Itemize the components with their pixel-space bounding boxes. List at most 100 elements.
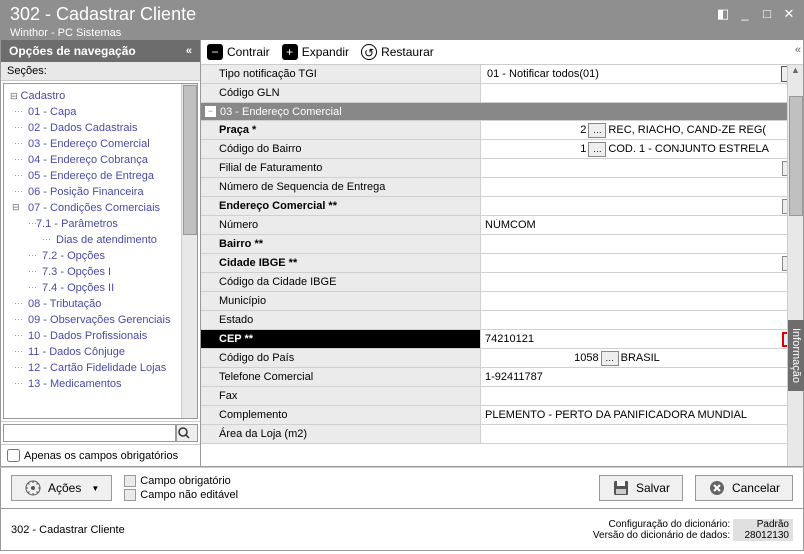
grid-row: Estado [201, 311, 803, 330]
tree-search-button[interactable] [176, 424, 198, 442]
cell-num[interactable]: 1 [580, 143, 586, 155]
cell-value-wrap [481, 425, 803, 443]
cell-label: Complemento [201, 406, 481, 424]
cell-label: CEP ** [201, 330, 481, 348]
tree-item[interactable]: 04 - Endereço Cobrança [6, 152, 195, 168]
cell-value-wrap: … [481, 330, 803, 348]
tree-item[interactable]: 06 - Posição Financeira [6, 184, 195, 200]
cell-value: 01 - Notificar todos(01) [487, 68, 599, 80]
grid-row: Filial de Faturamento … [201, 159, 803, 178]
sections-label: Seções: [1, 62, 200, 81]
grid-row: Código da Cidade IBGE [201, 273, 803, 292]
cell-input[interactable] [485, 428, 799, 440]
tree-item[interactable]: 02 - Dados Cadastrais [6, 120, 195, 136]
tree-root[interactable]: Cadastro [6, 88, 195, 104]
content-area: −Contrair +Expandir ↺Restaurar « Tipo no… [201, 40, 803, 466]
detach-icon[interactable]: ◧ [716, 6, 730, 20]
legend: Campo obrigatório Campo não editável [124, 475, 238, 501]
grid-row: Telefone Comercial [201, 368, 803, 387]
titlebar: 302 - Cadastrar Cliente Winthor - PC Sis… [0, 0, 804, 40]
cell-value-wrap [481, 368, 803, 386]
nav-header-label: Opções de navegação [9, 44, 136, 58]
cell-input[interactable] [485, 181, 799, 193]
nav-panel: Opções de navegação « Seções: Cadastro 0… [1, 40, 201, 466]
cell-num[interactable]: 1058 [574, 352, 598, 364]
cell-input[interactable] [485, 238, 799, 250]
cell-value-wrap: 1…COD. 1 - CONJUNTO ESTRELA [481, 140, 803, 158]
cell-label: Estado [201, 311, 481, 329]
cell-input[interactable] [485, 87, 799, 99]
ellipsis-button[interactable]: … [588, 142, 606, 157]
grid-row: Praça * 2…REC, RIACHO, CAND-ZE REG( [201, 121, 803, 140]
property-grid: Tipo notificação TGI 01 - Notificar todo… [201, 65, 803, 444]
cell-input[interactable] [485, 314, 799, 326]
tree-item[interactable]: 01 - Capa [6, 104, 195, 120]
cell-text: BRASIL [621, 352, 799, 364]
maximize-icon[interactable]: □ [760, 6, 774, 20]
tree-item-expandable[interactable]: 07 - Condições Comerciais [6, 200, 195, 216]
grid-row: Número de Sequencia de Entrega [201, 178, 803, 197]
cell-num[interactable]: 2 [580, 124, 586, 136]
status-right: Configuração do dicionário: Padrão Versã… [593, 519, 793, 541]
cell-value-wrap: 1058…BRASIL [481, 349, 803, 367]
cancelar-button[interactable]: Cancelar [695, 475, 793, 501]
cell-value-wrap: … [481, 254, 803, 272]
salvar-button[interactable]: Salvar [599, 475, 683, 501]
tree-subitem[interactable]: 7.2 - Opções [6, 248, 195, 264]
cell-input[interactable] [485, 200, 780, 212]
tree-subitem[interactable]: 7.1 - Parâmetros [6, 216, 195, 232]
cell-text: REC, RIACHO, CAND-ZE REG( [608, 124, 799, 136]
tree-subitem[interactable]: 7.3 - Opções I [6, 264, 195, 280]
cell-input[interactable] [485, 276, 799, 288]
minimize-icon[interactable]: _ [738, 6, 752, 20]
cell-value-wrap [481, 311, 803, 329]
cell-value-wrap [481, 84, 803, 102]
tree-item[interactable]: 12 - Cartão Fidelidade Lojas [6, 360, 195, 376]
ellipsis-button[interactable]: … [601, 351, 619, 366]
required-only-label: Apenas os campos obrigatórios [24, 450, 178, 462]
cell-label: Fax [201, 387, 481, 405]
cell-input[interactable] [485, 219, 799, 231]
close-icon[interactable]: ✕ [782, 6, 796, 20]
info-tab[interactable]: Informação [788, 320, 804, 391]
cell-input[interactable] [485, 409, 799, 421]
restaurar-button[interactable]: ↺Restaurar [361, 44, 434, 60]
cell-value-wrap [481, 178, 803, 196]
cell-label: Código GLN [201, 84, 481, 102]
tree-item[interactable]: 05 - Endereço de Entrega [6, 168, 195, 184]
tree-search-input[interactable] [3, 424, 176, 442]
cell-input[interactable] [485, 390, 799, 402]
tree-scrollbar[interactable] [181, 84, 197, 418]
cell-input[interactable] [485, 257, 780, 269]
legend-readonly: Campo não editável [140, 489, 238, 501]
cell-value-wrap: … [481, 197, 803, 215]
collapse-nav-icon[interactable]: « [186, 45, 192, 57]
cell-label: Número de Sequencia de Entrega [201, 178, 481, 196]
tree-item[interactable]: 13 - Medicamentos [6, 376, 195, 392]
tree-subitem[interactable]: 7.4 - Opções II [6, 280, 195, 296]
grid-row: Fax [201, 387, 803, 406]
expand-right-icon[interactable]: « [795, 44, 801, 56]
required-only-checkbox[interactable] [7, 449, 20, 462]
contrair-button[interactable]: −Contrair [207, 44, 270, 60]
tree-item[interactable]: 11 - Dados Cônjuge [6, 344, 195, 360]
tree-item[interactable]: 10 - Dados Profissionais [6, 328, 195, 344]
tree-subitem[interactable]: Dias de atendimento [6, 232, 195, 248]
grid-section-header[interactable]: −03 - Endereço Comercial [201, 103, 803, 121]
expandir-button[interactable]: +Expandir [282, 44, 349, 60]
collapse-section-icon[interactable]: − [205, 106, 216, 117]
cell-input[interactable] [485, 371, 799, 383]
tree-item[interactable]: 08 - Tributação [6, 296, 195, 312]
cell-label: Filial de Faturamento [201, 159, 481, 177]
cell-input[interactable] [485, 162, 780, 174]
tree-item[interactable]: 03 - Endereço Comercial [6, 136, 195, 152]
status-bar: 302 - Cadastrar Cliente Configuração do … [0, 509, 804, 551]
acoes-button[interactable]: Ações▼ [11, 475, 112, 501]
cell-value-wrap [481, 292, 803, 310]
tree-item[interactable]: 09 - Observações Gerenciais [6, 312, 195, 328]
cell-label: Telefone Comercial [201, 368, 481, 386]
cell-input[interactable] [485, 295, 799, 307]
cell-input[interactable] [485, 333, 780, 345]
grid-scrollbar[interactable]: ▲ [787, 65, 803, 466]
ellipsis-button[interactable]: … [588, 123, 606, 138]
